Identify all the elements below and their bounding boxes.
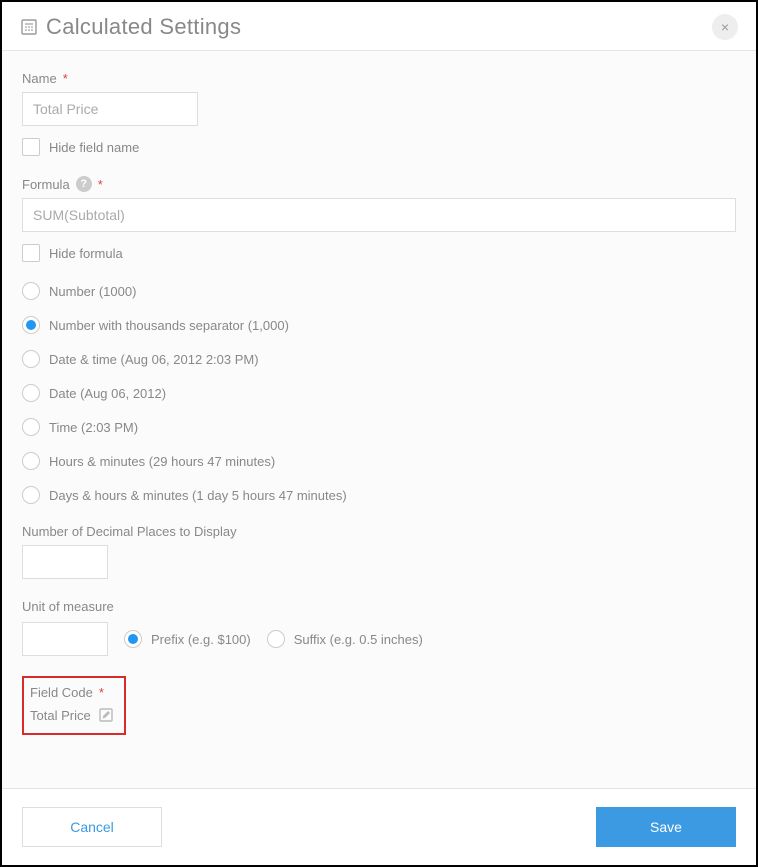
close-button[interactable]: × xyxy=(712,14,738,40)
formula-label-text: Formula xyxy=(22,177,70,192)
unit-suffix-label: Suffix (e.g. 0.5 inches) xyxy=(294,632,423,647)
field-code-label-text: Field Code xyxy=(30,685,93,700)
edit-icon[interactable] xyxy=(97,706,115,724)
unit-label-text: Unit of measure xyxy=(22,599,114,614)
formula-input[interactable] xyxy=(22,198,736,232)
format-time-label: Time (2:03 PM) xyxy=(49,420,138,435)
unit-suffix-option[interactable]: Suffix (e.g. 0.5 inches) xyxy=(267,630,423,648)
field-code-value: Total Price xyxy=(30,708,91,723)
decimals-input[interactable] xyxy=(22,545,108,579)
format-date-label: Date (Aug 06, 2012) xyxy=(49,386,166,401)
format-datetime-option[interactable]: Date & time (Aug 06, 2012 2:03 PM) xyxy=(22,350,736,368)
decimals-label: Number of Decimal Places to Display xyxy=(22,524,736,539)
name-input[interactable] xyxy=(22,92,198,126)
format-number-label: Number (1000) xyxy=(49,284,136,299)
help-icon[interactable]: ? xyxy=(76,176,92,192)
save-button[interactable]: Save xyxy=(596,807,736,847)
name-label-text: Name xyxy=(22,71,57,86)
hide-formula-checkbox[interactable] xyxy=(22,244,40,262)
format-number-thousands-radio[interactable] xyxy=(22,316,40,334)
field-code-label: Field Code * xyxy=(30,685,115,700)
format-number-thousands-label: Number with thousands separator (1,000) xyxy=(49,318,289,333)
unit-prefix-option[interactable]: Prefix (e.g. $100) xyxy=(124,630,251,648)
format-days-hours-minutes-radio[interactable] xyxy=(22,486,40,504)
required-asterisk: * xyxy=(99,685,104,700)
calculator-icon xyxy=(20,18,38,36)
format-hours-minutes-label: Hours & minutes (29 hours 47 minutes) xyxy=(49,454,275,469)
hide-formula-label: Hide formula xyxy=(49,246,123,261)
format-days-hours-minutes-label: Days & hours & minutes (1 day 5 hours 47… xyxy=(49,488,347,503)
format-datetime-label: Date & time (Aug 06, 2012 2:03 PM) xyxy=(49,352,259,367)
close-icon: × xyxy=(721,19,729,35)
format-days-hours-minutes-option[interactable]: Days & hours & minutes (1 day 5 hours 47… xyxy=(22,486,736,504)
format-time-radio[interactable] xyxy=(22,418,40,436)
hide-field-name-label: Hide field name xyxy=(49,140,139,155)
modal-title: Calculated Settings xyxy=(46,14,241,40)
decimals-label-text: Number of Decimal Places to Display xyxy=(22,524,237,539)
field-code-section: Field Code * Total Price xyxy=(22,676,126,735)
format-number-radio[interactable] xyxy=(22,282,40,300)
format-date-radio[interactable] xyxy=(22,384,40,402)
hide-field-name-row[interactable]: Hide field name xyxy=(22,138,736,156)
name-label: Name * xyxy=(22,71,736,86)
format-number-thousands-option[interactable]: Number with thousands separator (1,000) xyxy=(22,316,736,334)
format-date-option[interactable]: Date (Aug 06, 2012) xyxy=(22,384,736,402)
format-time-option[interactable]: Time (2:03 PM) xyxy=(22,418,736,436)
unit-prefix-label: Prefix (e.g. $100) xyxy=(151,632,251,647)
unit-input[interactable] xyxy=(22,622,108,656)
format-datetime-radio[interactable] xyxy=(22,350,40,368)
hide-field-name-checkbox[interactable] xyxy=(22,138,40,156)
formula-label: Formula ? * xyxy=(22,176,736,192)
format-hours-minutes-radio[interactable] xyxy=(22,452,40,470)
required-asterisk: * xyxy=(98,177,103,192)
format-number-option[interactable]: Number (1000) xyxy=(22,282,736,300)
required-asterisk: * xyxy=(63,71,68,86)
cancel-button[interactable]: Cancel xyxy=(22,807,162,847)
unit-label: Unit of measure xyxy=(22,599,736,614)
hide-formula-row[interactable]: Hide formula xyxy=(22,244,736,262)
format-hours-minutes-option[interactable]: Hours & minutes (29 hours 47 minutes) xyxy=(22,452,736,470)
unit-suffix-radio[interactable] xyxy=(267,630,285,648)
unit-prefix-radio[interactable] xyxy=(124,630,142,648)
